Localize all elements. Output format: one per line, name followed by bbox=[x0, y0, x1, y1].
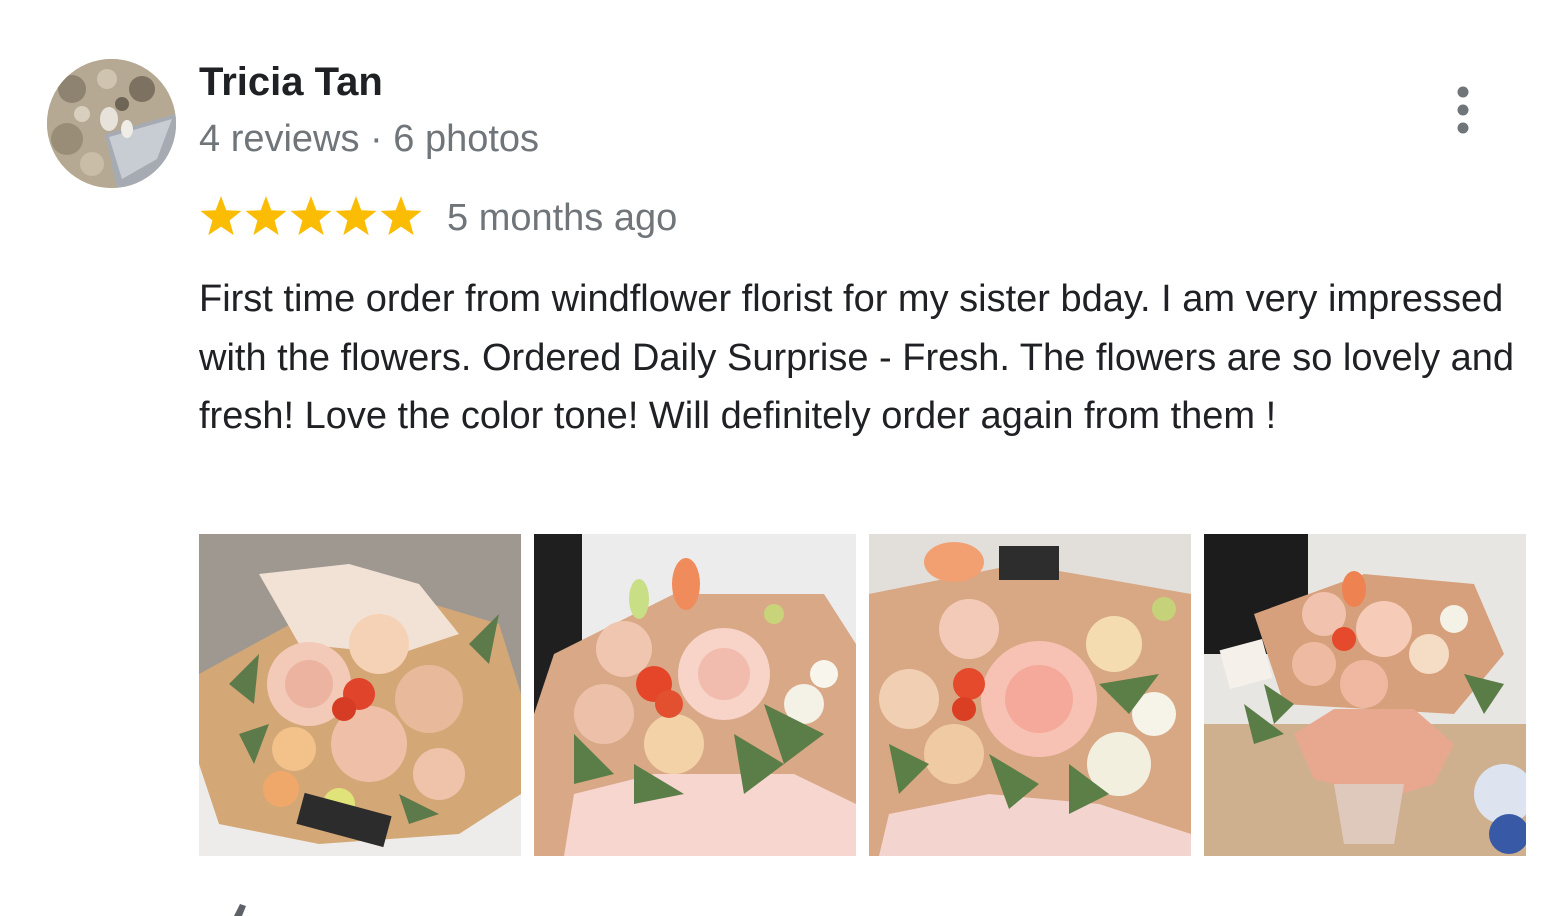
bouquet-photo-image bbox=[199, 534, 521, 856]
review-photo-2[interactable] bbox=[534, 534, 856, 856]
avatar[interactable] bbox=[47, 59, 176, 188]
star-icon bbox=[380, 196, 422, 236]
star-icon bbox=[335, 196, 377, 236]
review-card: Tricia Tan 4 reviews · 6 photos 5 months… bbox=[0, 0, 1568, 916]
like-button[interactable] bbox=[220, 900, 260, 916]
bouquet-photo-image bbox=[869, 534, 1191, 856]
review-photos bbox=[199, 534, 1526, 856]
reviewer-name[interactable]: Tricia Tan bbox=[199, 58, 383, 106]
reviewer-stats: 4 reviews · 6 photos bbox=[199, 118, 540, 160]
review-photo-3[interactable] bbox=[869, 534, 1191, 856]
star-rating-graphic bbox=[200, 196, 422, 236]
avatar-image bbox=[47, 59, 176, 188]
bouquet-photo-image bbox=[534, 534, 856, 856]
star-icon bbox=[200, 196, 242, 236]
more-vertical-icon bbox=[1457, 86, 1469, 134]
star-icon bbox=[245, 196, 287, 236]
star-icon bbox=[290, 196, 332, 236]
star-rating bbox=[199, 194, 423, 240]
thumbs-up-icon bbox=[234, 904, 246, 916]
review-date: 5 months ago bbox=[447, 197, 678, 239]
review-photo-4[interactable] bbox=[1204, 534, 1526, 856]
review-text: First time order from windflower florist… bbox=[199, 278, 1515, 437]
bouquet-photo-image bbox=[1204, 534, 1526, 856]
more-options-button[interactable] bbox=[1440, 82, 1486, 140]
review-photo-1[interactable] bbox=[199, 534, 521, 856]
